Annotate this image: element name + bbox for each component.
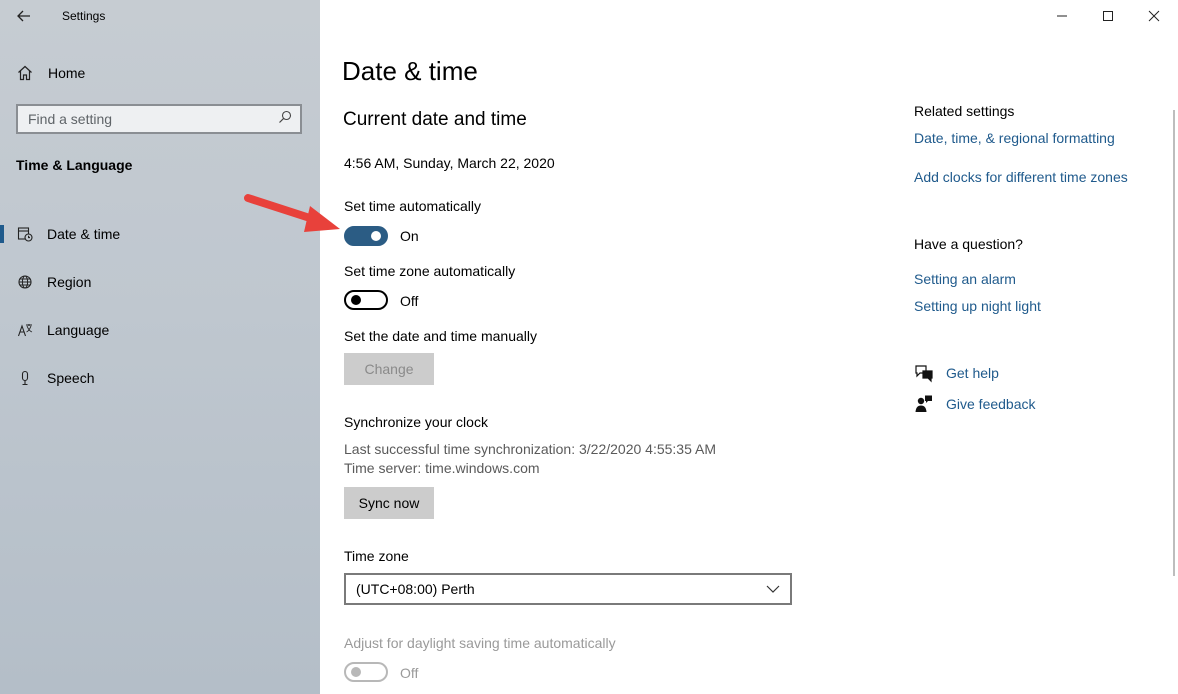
give-feedback-label: Give feedback xyxy=(946,396,1036,412)
scrollbar[interactable] xyxy=(1173,110,1175,576)
back-arrow-icon[interactable] xyxy=(12,4,36,28)
toggle-knob xyxy=(371,231,381,241)
sync-title: Synchronize your clock xyxy=(344,414,488,430)
close-button[interactable] xyxy=(1131,0,1177,32)
regional-formatting-link[interactable]: Date, time, & regional formatting xyxy=(914,130,1115,146)
section-heading: Time & Language xyxy=(16,157,133,173)
dst-toggle[interactable] xyxy=(344,662,388,682)
sidebar-item-language[interactable]: Language xyxy=(0,306,320,354)
time-zone-value: (UTC+08:00) Perth xyxy=(356,581,475,597)
chevron-down-icon xyxy=(766,585,780,593)
sidebar-item-region[interactable]: Region xyxy=(0,258,320,306)
time-server-text: Time server: time.windows.com xyxy=(344,460,540,476)
manual-set-label: Set the date and time manually xyxy=(344,328,538,344)
related-settings-heading: Related settings xyxy=(914,103,1015,119)
sidebar-item-label: Language xyxy=(47,322,110,338)
night-light-link[interactable]: Setting up night light xyxy=(914,298,1041,314)
home-label: Home xyxy=(48,65,86,81)
set-time-auto-state: On xyxy=(400,228,419,244)
annotation-arrow xyxy=(244,194,340,232)
sidebar-item-label: Speech xyxy=(47,370,95,386)
setting-alarm-link[interactable]: Setting an alarm xyxy=(914,271,1016,287)
question-heading: Have a question? xyxy=(914,236,1023,252)
set-zone-auto-state: Off xyxy=(400,293,419,309)
home-nav-item[interactable]: Home xyxy=(16,62,85,84)
set-zone-auto-label: Set time zone automatically xyxy=(344,263,516,279)
minimize-icon xyxy=(1057,15,1067,17)
change-button[interactable]: Change xyxy=(344,353,434,385)
maximize-button[interactable] xyxy=(1085,0,1131,32)
sidebar-item-label: Date & time xyxy=(47,226,121,242)
get-help-label: Get help xyxy=(946,365,999,381)
sidebar-item-speech[interactable]: Speech xyxy=(0,354,320,402)
sidebar: Settings Home Time & Language xyxy=(0,0,320,694)
search-input[interactable] xyxy=(28,111,268,127)
add-clocks-link[interactable]: Add clocks for different time zones xyxy=(914,169,1128,185)
toggle-knob xyxy=(351,667,361,677)
sync-now-button[interactable]: Sync now xyxy=(344,487,434,519)
home-icon xyxy=(16,64,34,82)
dst-label: Adjust for daylight saving time automati… xyxy=(344,635,616,651)
set-time-auto-toggle[interactable] xyxy=(344,226,388,246)
close-icon xyxy=(1148,10,1160,22)
feedback-person-icon xyxy=(914,394,934,414)
minimize-button[interactable] xyxy=(1039,0,1085,32)
page-title: Date & time xyxy=(342,56,478,86)
sidebar-nav: Date & time Region Language Speech xyxy=(0,210,320,402)
time-zone-select[interactable]: (UTC+08:00) Perth xyxy=(344,573,792,605)
language-icon xyxy=(16,321,34,339)
search-box[interactable] xyxy=(16,104,302,134)
section-title: Current date and time xyxy=(343,109,527,130)
time-zone-label: Time zone xyxy=(344,548,409,564)
globe-icon xyxy=(16,273,34,291)
sidebar-item-label: Region xyxy=(47,274,92,290)
search-icon[interactable] xyxy=(278,110,292,129)
dst-state: Off xyxy=(400,665,419,681)
last-sync-text: Last successful time synchronization: 3/… xyxy=(344,441,716,457)
get-help-link[interactable]: Get help xyxy=(914,363,999,383)
set-zone-auto-toggle[interactable] xyxy=(344,290,388,310)
app-title: Settings xyxy=(62,9,106,23)
current-datetime: 4:56 AM, Sunday, March 22, 2020 xyxy=(344,155,555,171)
give-feedback-link[interactable]: Give feedback xyxy=(914,394,1036,414)
set-time-auto-label: Set time automatically xyxy=(344,198,481,214)
microphone-icon xyxy=(16,369,34,387)
toggle-knob xyxy=(351,295,361,305)
chat-help-icon xyxy=(914,363,934,383)
maximize-icon xyxy=(1103,11,1113,21)
calendar-clock-icon xyxy=(16,225,34,243)
